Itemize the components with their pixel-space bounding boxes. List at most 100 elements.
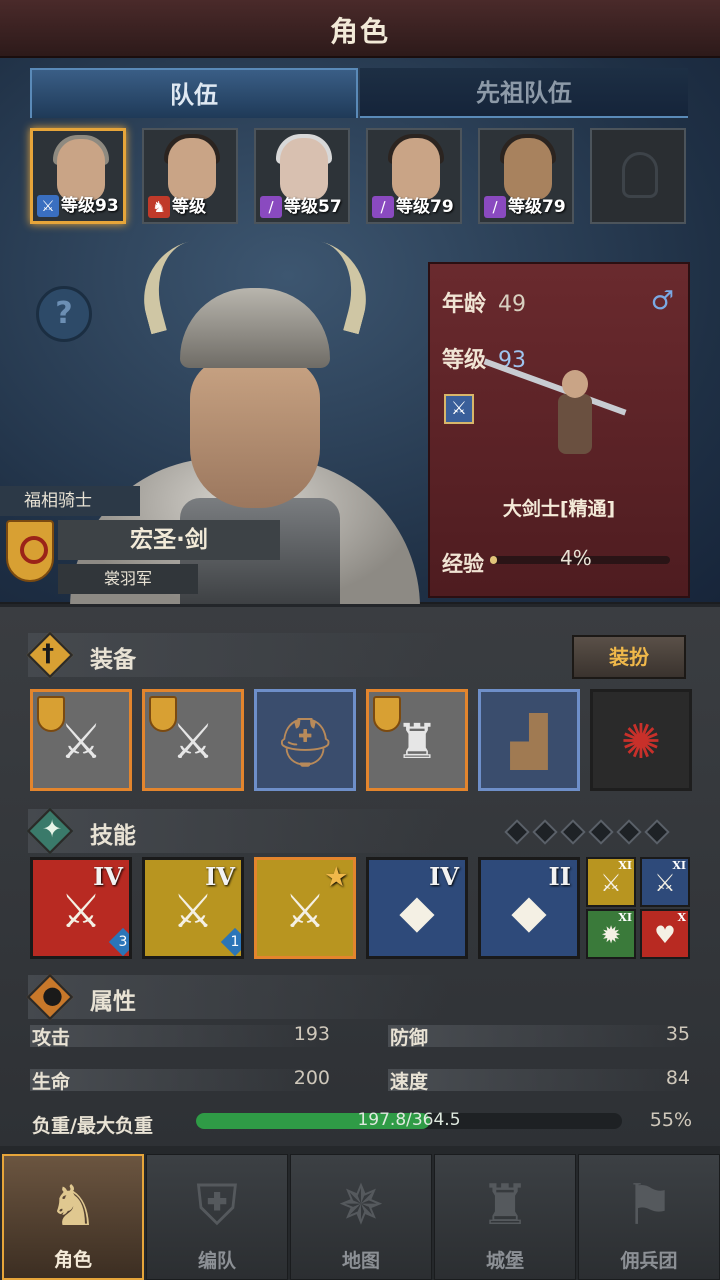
- roster-empty-slot[interactable]: [590, 128, 686, 224]
- nav-label: 角色: [53, 1249, 92, 1271]
- equip-slot-armor[interactable]: ♜: [366, 689, 468, 791]
- roster-member-2[interactable]: ♞ 等级101: [142, 128, 238, 224]
- roster-member-4[interactable]: ∕ 等级79: [366, 128, 462, 224]
- greatsword-class-icon: ⚔: [444, 394, 474, 424]
- passive-skill-3[interactable]: ✹ XI: [586, 909, 636, 959]
- portrait-face: [392, 138, 440, 200]
- passive-skill-2[interactable]: ⚔ XI: [640, 857, 690, 907]
- knight-icon: ♞: [47, 1174, 99, 1239]
- member-level: 等级93: [61, 196, 119, 216]
- skill-slot-indicators: [504, 819, 676, 845]
- skills-header: ✦ 技能: [26, 807, 448, 855]
- crest-icon: [149, 696, 177, 732]
- attributes-header: ● 属性: [26, 973, 448, 1021]
- roster-member-1[interactable]: ⚔ 等级93: [30, 128, 126, 224]
- character-info-card: 年龄 49 ♂ 等级 93 ⚔ 大剑士[精通] 经验 4%: [428, 262, 690, 598]
- character-guild: 裳羽军: [58, 564, 198, 594]
- stat-load: 负重/最大负重: [30, 1109, 200, 1139]
- load-bar: 197.8/364.5: [196, 1110, 622, 1130]
- boots-icon: ▟: [510, 714, 548, 770]
- equipment-header: † 装备: [26, 631, 448, 679]
- equipment-label: 装备: [90, 647, 136, 673]
- stat-attack: 攻击 193: [30, 1021, 330, 1051]
- attack-label: 攻击: [32, 1027, 71, 1049]
- equip-slot-accessory[interactable]: ✺: [590, 689, 692, 791]
- equip-slot-helmet[interactable]: ⛑: [254, 689, 356, 791]
- crossed-swords-icon: ⚔: [654, 869, 676, 897]
- figure-body: [558, 394, 592, 454]
- load-label: 负重/最大负重: [32, 1115, 153, 1137]
- member-level: 等级101: [172, 197, 206, 217]
- roster-member-3[interactable]: ∕ 等级57: [254, 128, 350, 224]
- passive-skill-4[interactable]: ♥ X: [640, 909, 690, 959]
- sword-shape: [483, 358, 627, 416]
- slot-diamond: [560, 819, 586, 845]
- stat-bar: [388, 1025, 690, 1047]
- slot-diamond: [588, 819, 614, 845]
- hp-label: 生命: [32, 1071, 71, 1093]
- roster-member-5[interactable]: ∕ 等级79: [478, 128, 574, 224]
- skill-slot-2[interactable]: ⚔ IV 1: [142, 857, 244, 959]
- skill-slot-5[interactable]: ◆ II: [478, 857, 580, 959]
- skill-row: ⚔ IV 3 ⚔ IV 1 ⚔ ★ ◆ IV ◆ II ⚔ XI ⚔ XI ✹ …: [30, 857, 692, 961]
- passive-rank: X: [677, 911, 686, 924]
- exp-bar-fill: [490, 556, 498, 564]
- attack-value: 193: [293, 1023, 330, 1045]
- nav-map[interactable]: ✵ 地图: [290, 1154, 432, 1280]
- sword-aura-icon: ⚔: [284, 884, 326, 938]
- compass-icon: ✵: [337, 1173, 385, 1238]
- heart-icon: ♥: [654, 921, 676, 949]
- age-row: 年龄 49: [442, 286, 526, 318]
- helmet-icon: ⛑: [274, 715, 336, 771]
- character-title: 福相骑士: [0, 486, 140, 516]
- equipment-row: ⚔ ⚔ ⛑ ♜ ▟ ✺: [30, 689, 692, 793]
- character-panel: 队伍 先祖队伍 ⚔ 等级93 ♞ 等级101 ∕ 等级57 ∕ 等级79: [0, 58, 720, 608]
- load-percent: 55%: [649, 1109, 692, 1131]
- stat-bar: [30, 1069, 330, 1091]
- member-level: 等级57: [284, 197, 342, 217]
- member-level: 等级79: [396, 197, 454, 217]
- load-value: 197.8/364.5: [357, 1110, 461, 1130]
- dress-up-button[interactable]: 装扮: [572, 635, 686, 679]
- faction-crest-icon: [6, 520, 54, 582]
- tab-team[interactable]: 队伍: [30, 68, 358, 118]
- character-name[interactable]: 宏圣·剑: [58, 520, 280, 560]
- name-panel: 福相骑士 宏圣·剑 裳羽军: [0, 486, 290, 600]
- equip-slot-weapon-2[interactable]: ⚔: [142, 689, 244, 791]
- slot-diamond: [532, 819, 558, 845]
- crest-icon: [37, 696, 65, 732]
- hp-value: 200: [293, 1067, 330, 1089]
- skill-rank: IV: [93, 862, 123, 891]
- slot-diamond: [616, 819, 642, 845]
- stats-panel: † 装备 装扮 ⚔ ⚔ ⛑ ♜ ▟ ✺ ✦ 技能 ⚔ IV 3 ⚔ IV 1 ⚔…: [0, 604, 720, 1146]
- team-roster: ⚔ 等级93 ♞ 等级101 ∕ 等级57 ∕ 等级79 ∕ 等级79: [30, 128, 690, 224]
- equip-slot-boots[interactable]: ▟: [478, 689, 580, 791]
- skill-slot-1[interactable]: ⚔ IV 3: [30, 857, 132, 959]
- stat-bar: [388, 1069, 690, 1091]
- nav-formation[interactable]: ⛨ 编队: [146, 1154, 288, 1280]
- skill-badge-count: 3: [118, 934, 128, 950]
- equip-slot-weapon-1[interactable]: ⚔: [30, 689, 132, 791]
- figure-head: [562, 370, 588, 398]
- skill-slot-4[interactable]: ◆ IV: [366, 857, 468, 959]
- passive-skill-1[interactable]: ⚔ XI: [586, 857, 636, 907]
- crystal-dash-icon: ◆: [511, 884, 547, 938]
- nav-character[interactable]: ♞ 角色: [2, 1154, 144, 1280]
- portrait-face: [504, 138, 552, 200]
- stat-defense: 防御 35: [388, 1021, 690, 1051]
- knot-charm-icon: ✺: [620, 714, 662, 770]
- formation-icon: ⛨: [196, 1173, 238, 1238]
- stat-speed: 速度 84: [388, 1065, 690, 1095]
- crest-icon: [373, 696, 401, 732]
- team-tabs: 队伍 先祖队伍: [30, 68, 688, 118]
- nav-castle[interactable]: ♜ 城堡: [434, 1154, 576, 1280]
- skill-slot-3[interactable]: ⚔ ★: [254, 857, 356, 959]
- dagger-icon: †: [42, 639, 54, 667]
- member-level: 等级79: [508, 197, 566, 217]
- speed-label: 速度: [390, 1071, 429, 1093]
- nav-mercenaries[interactable]: ⚑ 佣兵团: [578, 1154, 720, 1280]
- crossed-swords-icon: ⚔: [172, 884, 214, 938]
- sword-strike-icon: ⚔: [60, 884, 102, 938]
- tab-ancestor-team[interactable]: 先祖队伍: [360, 68, 688, 118]
- slot-diamond: [504, 819, 530, 845]
